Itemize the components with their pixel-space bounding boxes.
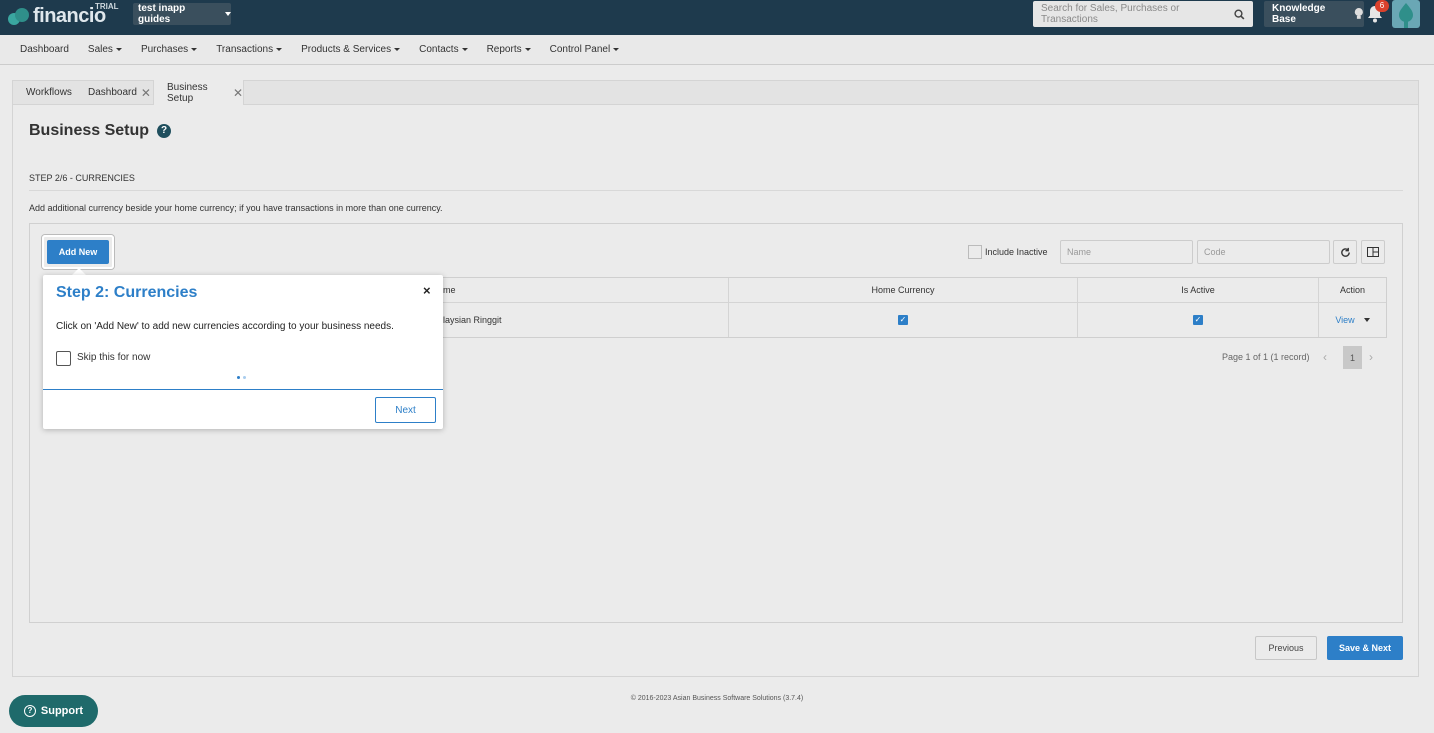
popover-divider [43, 389, 443, 390]
close-icon[interactable]: × [423, 283, 431, 298]
popover-title: Step 2: Currencies [56, 284, 198, 301]
step-indicator [237, 376, 246, 379]
skip-label[interactable]: Skip this for now [77, 352, 150, 363]
step-dot-active [237, 376, 240, 379]
skip-checkbox[interactable] [56, 351, 71, 366]
next-button[interactable]: Next [375, 397, 436, 423]
popover-body: Click on 'Add New' to add new currencies… [56, 321, 394, 332]
popover-arrow [72, 268, 86, 275]
step-dot [243, 376, 246, 379]
